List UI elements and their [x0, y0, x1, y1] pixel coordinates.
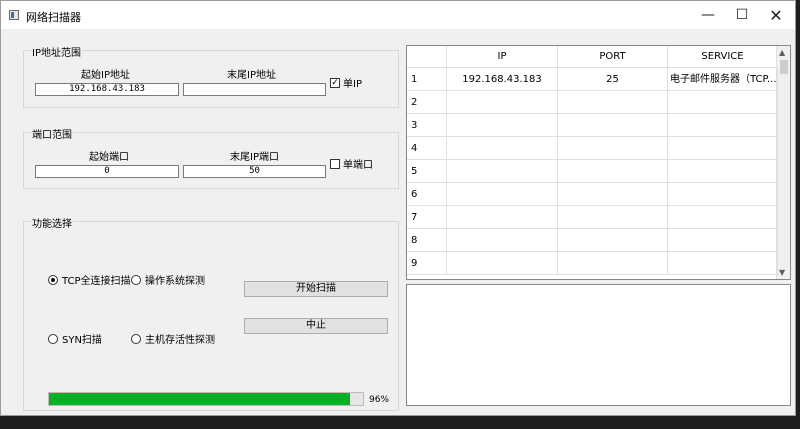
row-header[interactable]: 7 — [407, 206, 447, 229]
row-header[interactable]: 2 — [407, 91, 447, 114]
table-cell[interactable] — [668, 183, 778, 206]
table-cell[interactable] — [558, 114, 668, 137]
end-ip-label: 末尾IP地址 — [227, 70, 276, 81]
table-cell[interactable] — [668, 160, 778, 183]
stop-button[interactable]: 中止 — [244, 318, 388, 334]
checkbox-empty-icon — [330, 158, 340, 169]
function-title: 功能选择 — [31, 215, 73, 230]
single-ip-checkbox[interactable]: ✓ 单IP — [330, 75, 362, 90]
table-cell[interactable] — [668, 206, 778, 229]
scroll-down-icon[interactable]: ▼ — [779, 268, 785, 277]
row-header[interactable]: 6 — [407, 183, 447, 206]
scroll-up-icon[interactable]: ▲ — [779, 48, 785, 57]
table-cell[interactable]: 电子邮件服务器（TCP... — [668, 68, 778, 91]
table-scrollbar[interactable]: ▲ ▼ — [776, 46, 790, 279]
scan-progress-bar — [48, 392, 364, 406]
scroll-thumb[interactable] — [780, 60, 788, 74]
progress-fill — [49, 393, 351, 405]
corner-header — [407, 46, 447, 68]
output-log[interactable] — [406, 284, 791, 406]
radio-host-alive[interactable]: 主机存活性探测 — [131, 331, 215, 346]
start-port-input[interactable]: 0 — [35, 165, 179, 178]
radio-syn-scan-label: SYN扫描 — [62, 335, 102, 346]
table-cell[interactable] — [447, 252, 558, 275]
table-cell[interactable] — [558, 91, 668, 114]
table-cell[interactable] — [558, 206, 668, 229]
row-header[interactable]: 1 — [407, 68, 447, 91]
table-cell[interactable]: 192.168.43.183 — [447, 68, 558, 91]
table-cell[interactable] — [668, 137, 778, 160]
single-ip-label: 单IP — [343, 79, 362, 90]
row-header[interactable]: 8 — [407, 229, 447, 252]
row-header[interactable]: 3 — [407, 114, 447, 137]
radio-empty-icon — [131, 274, 141, 285]
end-ip-input[interactable] — [183, 83, 326, 96]
radio-syn-scan[interactable]: SYN扫描 — [48, 331, 102, 346]
start-port-label: 起始端口 — [89, 152, 129, 163]
single-port-label: 单端口 — [343, 160, 373, 171]
radio-tcp-connect[interactable]: TCP全连接扫描 — [48, 272, 131, 287]
table-cell[interactable] — [447, 160, 558, 183]
table-cell[interactable]: 25 — [558, 68, 668, 91]
table-cell[interactable] — [668, 114, 778, 137]
table-cell[interactable] — [558, 252, 668, 275]
table-cell[interactable] — [558, 160, 668, 183]
radio-selected-icon — [48, 274, 58, 285]
radio-empty-icon — [48, 333, 58, 344]
start-ip-input[interactable]: 192.168.43.183 — [35, 83, 179, 96]
radio-empty-icon — [131, 333, 141, 344]
column-header-service[interactable]: SERVICE — [668, 46, 778, 68]
table-cell[interactable] — [447, 183, 558, 206]
table-cell[interactable] — [668, 91, 778, 114]
checkmark-icon: ✓ — [330, 77, 340, 88]
table-cell[interactable] — [668, 229, 778, 252]
progress-percent: 96% — [369, 395, 390, 405]
minimize-button[interactable]: — — [691, 1, 725, 29]
end-port-input[interactable]: 50 — [183, 165, 326, 178]
table-cell[interactable] — [447, 137, 558, 160]
close-button[interactable]: ✕ — [759, 1, 793, 29]
table-cell[interactable] — [558, 229, 668, 252]
window-title: 网络扫描器 — [26, 11, 81, 24]
radio-os-detect[interactable]: 操作系统探测 — [131, 272, 205, 287]
table-cell[interactable] — [447, 91, 558, 114]
table-cell[interactable] — [558, 137, 668, 160]
table-cell[interactable] — [558, 183, 668, 206]
radio-host-alive-label: 主机存活性探测 — [145, 335, 215, 346]
row-header[interactable]: 9 — [407, 252, 447, 275]
table-cell[interactable] — [447, 206, 558, 229]
row-header[interactable]: 5 — [407, 160, 447, 183]
results-table[interactable]: IP PORT SERVICE ▲ ▼ 1 192.168.43.183 25 电子邮… — [406, 45, 791, 280]
column-header-port[interactable]: PORT — [558, 46, 668, 68]
title-bar[interactable]: 网络扫描器 — ☐ ✕ — [1, 1, 795, 29]
single-port-checkbox[interactable]: 单端口 — [330, 156, 373, 171]
ip-range-title: IP地址范围 — [31, 44, 82, 59]
table-cell[interactable] — [447, 229, 558, 252]
start-scan-button[interactable]: 开始扫描 — [244, 281, 388, 297]
end-port-label: 末尾IP端口 — [230, 152, 279, 163]
table-cell[interactable] — [447, 114, 558, 137]
radio-os-detect-label: 操作系统探测 — [145, 276, 205, 287]
table-cell[interactable] — [668, 252, 778, 275]
function-group — [23, 221, 399, 411]
start-ip-label: 起始IP地址 — [81, 70, 130, 81]
app-icon — [9, 10, 19, 20]
scanner-window: 网络扫描器 — ☐ ✕ IP地址范围 起始IP地址 末尾IP地址 192.168… — [0, 0, 796, 416]
row-header[interactable]: 4 — [407, 137, 447, 160]
column-header-ip[interactable]: IP — [447, 46, 558, 68]
radio-tcp-connect-label: TCP全连接扫描 — [62, 276, 131, 287]
port-range-title: 端口范围 — [31, 126, 73, 141]
maximize-button[interactable]: ☐ — [725, 1, 759, 29]
